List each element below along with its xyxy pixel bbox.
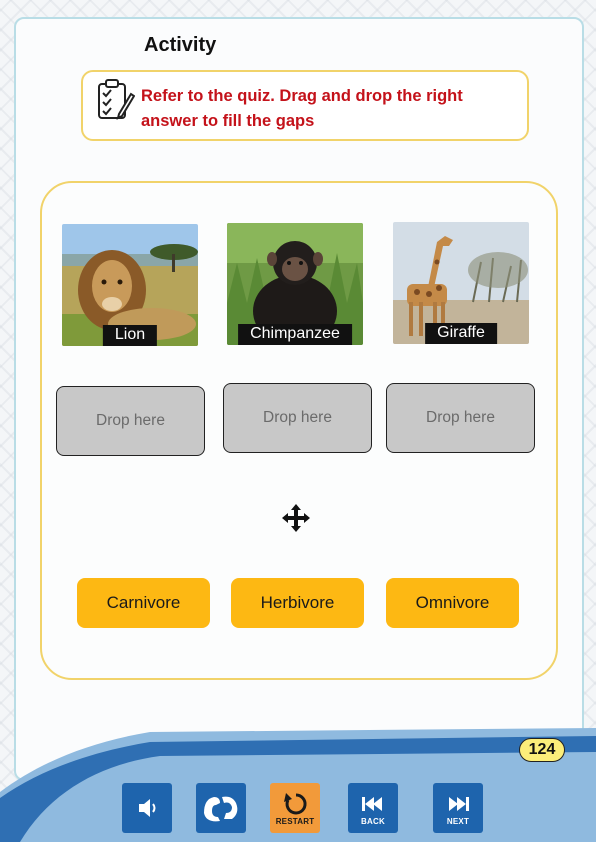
back-label: BACK <box>361 817 385 826</box>
sign-language-icon <box>204 796 238 822</box>
next-label: NEXT <box>446 817 470 826</box>
answer-herbivore-button[interactable]: Herbivore <box>231 578 364 628</box>
animal-card-chimpanzee: Chimpanzee <box>227 223 363 345</box>
back-button[interactable]: BACK <box>348 783 398 833</box>
answer-omnivore-button[interactable]: Omnivore <box>386 578 519 628</box>
next-button[interactable]: NEXT <box>433 783 483 833</box>
instruction-text: Refer to the quiz. Drag and drop the rig… <box>141 87 463 130</box>
sound-button[interactable] <box>122 783 172 833</box>
drop-zone-lion[interactable]: Drop here <box>56 386 205 456</box>
animal-label-giraffe: Giraffe <box>425 323 497 344</box>
speaker-icon <box>139 799 156 817</box>
restart-label: RESTART <box>275 817 315 826</box>
answer-carnivore-button[interactable]: Carnivore <box>77 578 210 628</box>
instruction-box: Refer to the quiz. Drag and drop the rig… <box>81 70 529 141</box>
animal-label-chimpanzee: Chimpanzee <box>238 324 352 345</box>
clipboard-checklist-icon <box>98 79 135 120</box>
restart-button[interactable]: RESTART <box>270 783 320 833</box>
page-number-badge: 124 <box>519 738 565 762</box>
animal-card-giraffe: Giraffe <box>393 222 529 344</box>
sign-language-button[interactable] <box>196 783 246 833</box>
animal-label-lion: Lion <box>102 325 158 346</box>
animal-card-lion: Lion <box>62 224 198 346</box>
drop-zone-chimpanzee[interactable]: Drop here <box>223 383 372 453</box>
move-cursor-icon <box>282 504 310 532</box>
drop-zone-giraffe[interactable]: Drop here <box>386 383 535 453</box>
activity-title: Activity <box>144 34 217 56</box>
